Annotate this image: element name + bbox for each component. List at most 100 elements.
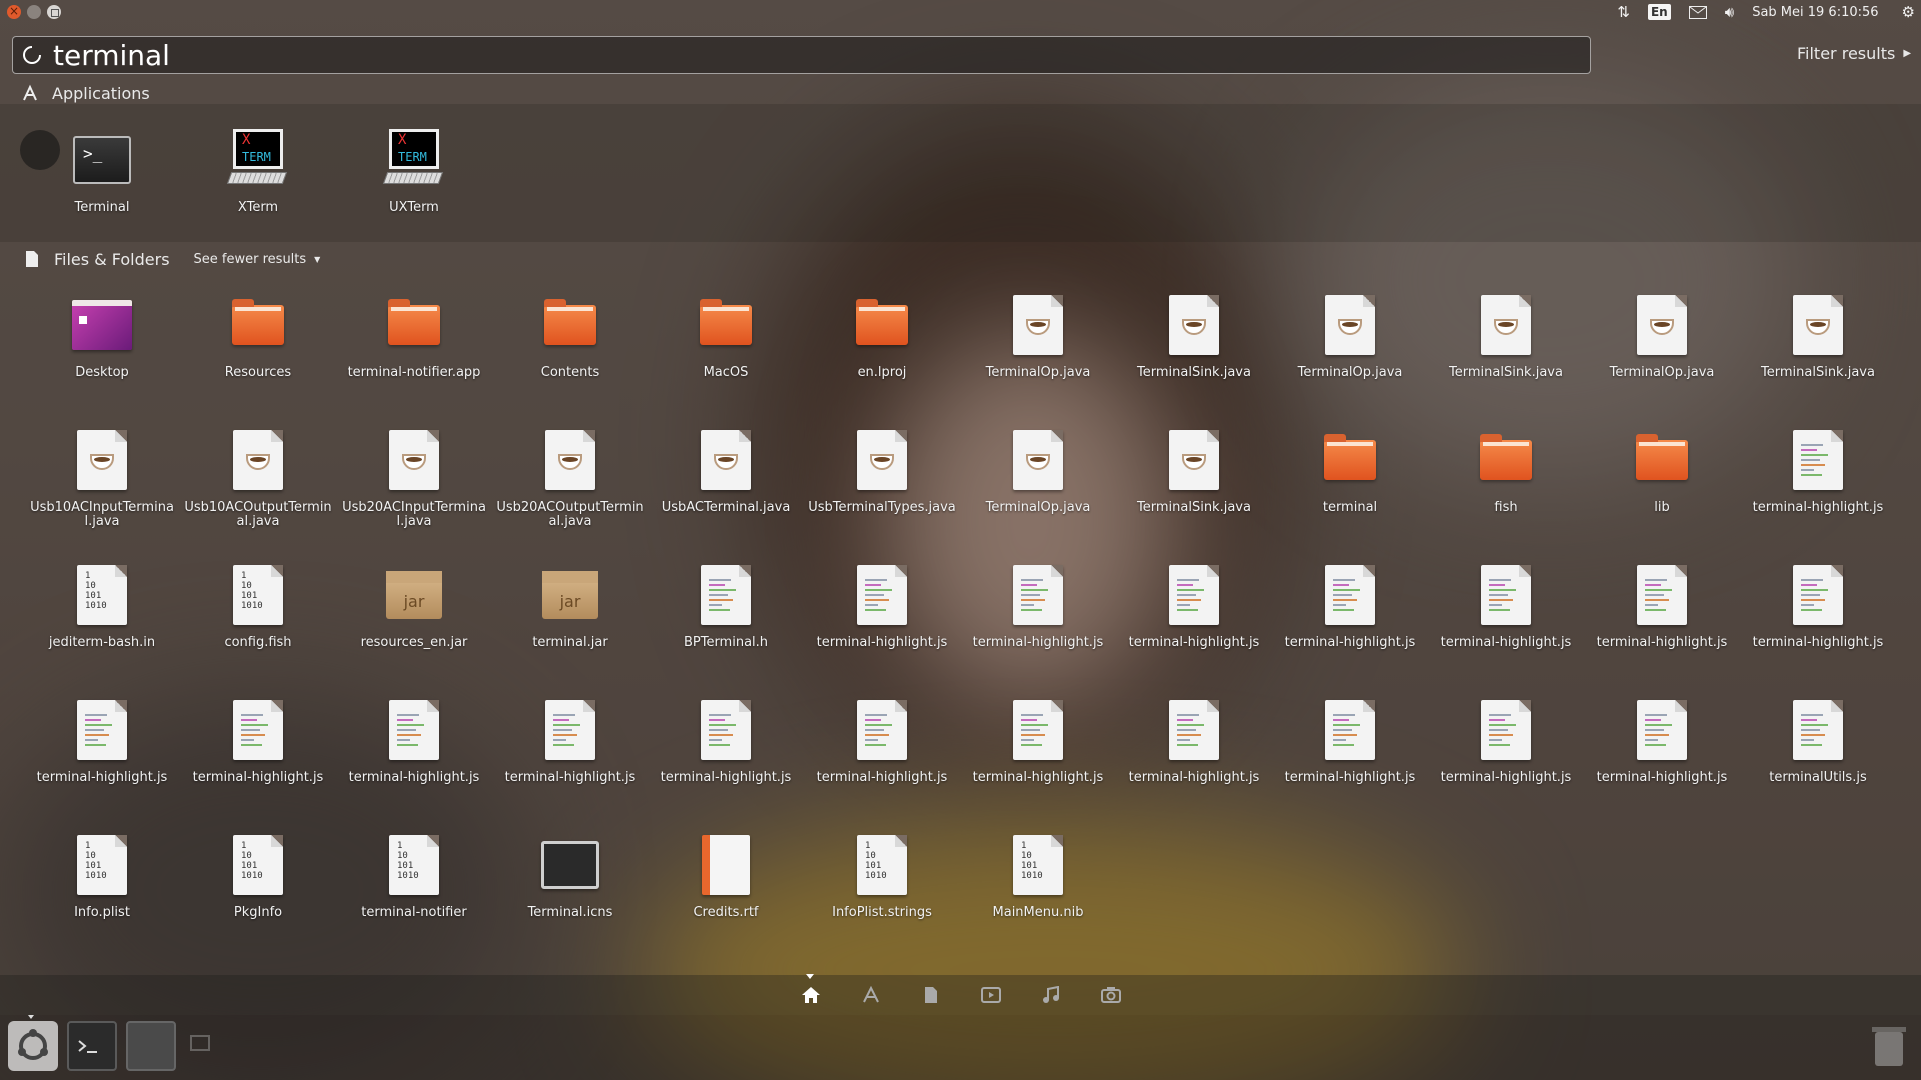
file-result[interactable]: Desktop xyxy=(24,290,180,410)
music-lens-icon[interactable] xyxy=(1021,975,1081,1015)
result-icon-wrap xyxy=(1315,290,1385,360)
file-result[interactable]: terminal-highlight.js xyxy=(960,695,1116,815)
file-result[interactable]: 1 10 101 1010 Info.plist xyxy=(24,830,180,950)
file-result[interactable]: 1 10 101 1010 InfoPlist.strings xyxy=(804,830,960,950)
file-result[interactable]: Contents xyxy=(492,290,648,410)
file-result[interactable]: jar terminal.jar xyxy=(492,560,648,680)
result-icon-wrap xyxy=(535,830,605,900)
result-label: TerminalSink.java xyxy=(1137,500,1251,515)
maximize-dash-button[interactable] xyxy=(47,5,61,19)
file-result[interactable]: TerminalSink.java xyxy=(1116,290,1272,410)
file-result[interactable]: 1 10 101 1010 jediterm-bash.in xyxy=(24,560,180,680)
result-label: TerminalSink.java xyxy=(1449,365,1563,380)
ubuntu-dash-button[interactable] xyxy=(8,1021,58,1071)
script-file-icon xyxy=(1325,700,1375,760)
file-result[interactable]: terminal-highlight.js xyxy=(336,695,492,815)
file-result[interactable]: Usb10ACInputTerminal.java xyxy=(24,425,180,545)
result-label: XTerm xyxy=(237,200,279,215)
file-result[interactable]: BPTerminal.h xyxy=(648,560,804,680)
file-result[interactable]: en.lproj xyxy=(804,290,960,410)
file-result[interactable]: 1 10 101 1010 config.fish xyxy=(180,560,336,680)
app-result-terminal[interactable]: >_ Terminal xyxy=(24,125,180,245)
file-result[interactable]: 1 10 101 1010 terminal-notifier xyxy=(336,830,492,950)
result-icon-wrap: 1 10 101 1010 xyxy=(1003,830,1073,900)
file-result[interactable]: MacOS xyxy=(648,290,804,410)
file-result[interactable]: terminal-highlight.js xyxy=(648,695,804,815)
network-icon[interactable]: ⇅ xyxy=(1617,3,1630,21)
applications-category-header[interactable]: Applications xyxy=(20,81,150,105)
file-result[interactable]: Terminal.icns xyxy=(492,830,648,950)
volume-icon[interactable]: 🔊︎ xyxy=(1725,3,1734,21)
file-result[interactable]: terminal-highlight.js xyxy=(492,695,648,815)
result-icon-wrap xyxy=(691,695,761,765)
file-result[interactable]: jar resources_en.jar xyxy=(336,560,492,680)
file-result[interactable]: TerminalOp.java xyxy=(1272,290,1428,410)
photos-lens-icon[interactable] xyxy=(1081,975,1141,1015)
files-category-header[interactable]: Files & Folders See fewer results ▼ xyxy=(22,247,320,271)
file-result[interactable]: TerminalOp.java xyxy=(1584,290,1740,410)
filter-results-button[interactable]: Filter results ▶ xyxy=(1797,44,1911,63)
trash-icon[interactable] xyxy=(1867,1022,1911,1070)
applications-lens-icon[interactable] xyxy=(841,975,901,1015)
result-icon-wrap xyxy=(67,695,137,765)
file-result[interactable]: TerminalSink.java xyxy=(1740,290,1896,410)
file-result[interactable]: terminal-highlight.js xyxy=(180,695,336,815)
app-result-uxterm[interactable]: X TERM UXTerm xyxy=(336,125,492,245)
result-label: terminal-highlight.js xyxy=(1596,770,1728,785)
launcher-workspace-icon[interactable] xyxy=(190,1035,210,1051)
file-result[interactable]: Resources xyxy=(180,290,336,410)
minimize-button[interactable] xyxy=(27,5,41,19)
file-result[interactable]: terminal-highlight.js xyxy=(24,695,180,815)
file-result[interactable]: terminal-highlight.js xyxy=(1116,560,1272,680)
see-fewer-results-button[interactable]: See fewer results ▼ xyxy=(194,252,321,267)
search-input[interactable] xyxy=(53,38,1453,72)
video-lens-icon[interactable] xyxy=(961,975,1021,1015)
icns-image-icon xyxy=(541,841,599,889)
file-result[interactable]: terminal-highlight.js xyxy=(1584,695,1740,815)
file-result[interactable]: terminal xyxy=(1272,425,1428,545)
file-result[interactable]: terminal-highlight.js xyxy=(1272,695,1428,815)
result-icon-wrap xyxy=(691,425,761,495)
file-result[interactable]: TerminalSink.java xyxy=(1116,425,1272,545)
file-result[interactable]: UsbTerminalTypes.java xyxy=(804,425,960,545)
file-result[interactable]: 1 10 101 1010 PkgInfo xyxy=(180,830,336,950)
folder-icon xyxy=(1324,434,1376,480)
close-dash-button[interactable] xyxy=(7,5,21,19)
file-result[interactable]: terminal-highlight.js xyxy=(804,560,960,680)
result-label: Info.plist xyxy=(74,905,130,920)
file-result[interactable]: lib xyxy=(1584,425,1740,545)
file-result[interactable]: terminal-notifier.app xyxy=(336,290,492,410)
file-result[interactable]: TerminalSink.java xyxy=(1428,290,1584,410)
keyboard-layout-indicator[interactable]: En xyxy=(1647,4,1671,20)
file-result[interactable]: Usb20ACOutputTerminal.java xyxy=(492,425,648,545)
app-result-xterm[interactable]: X TERM XTerm xyxy=(180,125,336,245)
file-result[interactable]: fish xyxy=(1428,425,1584,545)
clock[interactable]: Sab Mei 19 6:10:56 xyxy=(1752,5,1878,20)
file-result[interactable]: terminal-highlight.js xyxy=(1584,560,1740,680)
file-result[interactable]: UsbACTerminal.java xyxy=(648,425,804,545)
gear-icon[interactable]: ⚙ xyxy=(1902,3,1915,21)
file-result[interactable]: terminal-highlight.js xyxy=(960,560,1116,680)
file-result[interactable]: terminal-highlight.js xyxy=(804,695,960,815)
launcher-files-icon[interactable] xyxy=(126,1021,176,1071)
file-result[interactable]: Credits.rtf xyxy=(648,830,804,950)
folder-icon xyxy=(856,299,908,345)
file-result[interactable]: terminal-highlight.js xyxy=(1740,425,1896,545)
file-result[interactable]: terminal-highlight.js xyxy=(1428,560,1584,680)
file-result[interactable]: terminal-highlight.js xyxy=(1272,560,1428,680)
launcher-terminal-icon[interactable] xyxy=(67,1021,117,1071)
home-lens-icon[interactable] xyxy=(781,975,841,1015)
mail-icon[interactable] xyxy=(1688,5,1707,19)
file-result[interactable]: 1 10 101 1010 MainMenu.nib xyxy=(960,830,1116,950)
file-result[interactable]: terminal-highlight.js xyxy=(1740,560,1896,680)
file-result[interactable]: Usb20ACInputTerminal.java xyxy=(336,425,492,545)
file-result[interactable]: TerminalOp.java xyxy=(960,425,1116,545)
folder-icon xyxy=(388,299,440,345)
file-result[interactable]: terminal-highlight.js xyxy=(1116,695,1272,815)
files-lens-icon[interactable] xyxy=(901,975,961,1015)
file-result[interactable]: Usb10ACOutputTerminal.java xyxy=(180,425,336,545)
file-result[interactable]: terminal-highlight.js xyxy=(1428,695,1584,815)
file-result[interactable]: terminalUtils.js xyxy=(1740,695,1896,815)
search-box[interactable] xyxy=(12,36,1591,74)
file-result[interactable]: TerminalOp.java xyxy=(960,290,1116,410)
